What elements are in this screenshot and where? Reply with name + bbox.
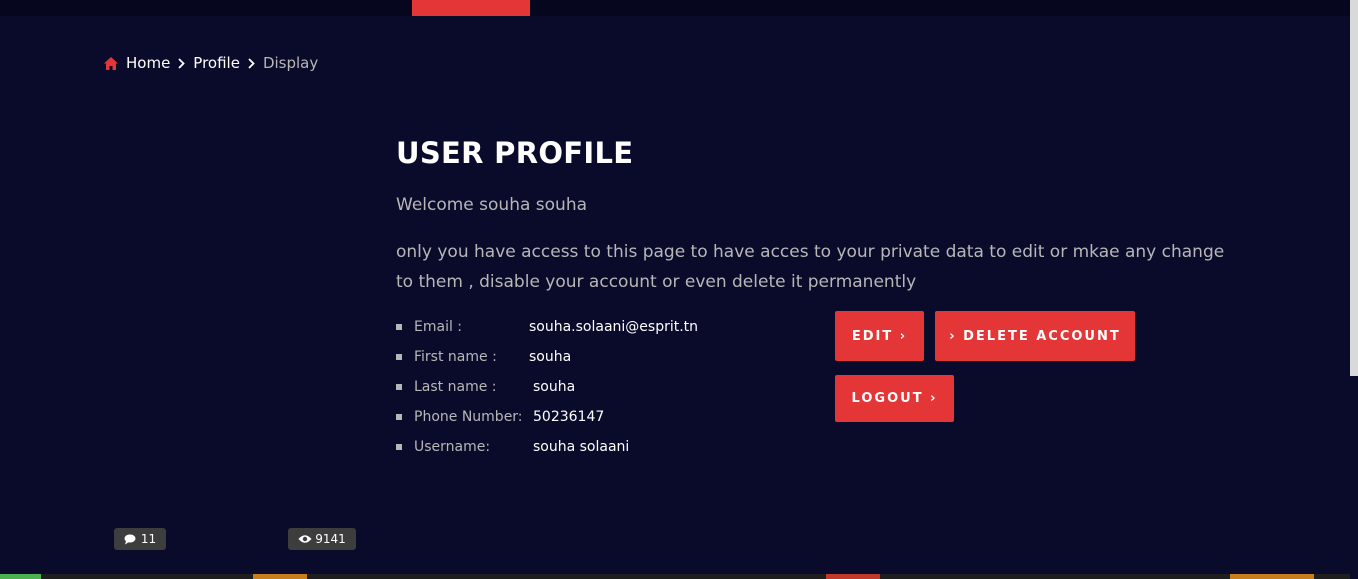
footer-strip-segment xyxy=(1230,574,1314,579)
edit-button[interactable]: EDIT › xyxy=(835,311,924,361)
top-header-bar xyxy=(0,0,1350,16)
page-description: only you have access to this page to hav… xyxy=(396,242,1225,292)
bullet xyxy=(396,444,402,450)
bullet xyxy=(396,324,402,330)
chevron-right-icon xyxy=(178,57,186,69)
username-label: Username: xyxy=(414,439,491,455)
bullet xyxy=(396,354,402,360)
phone-value: 50236147 xyxy=(533,409,605,425)
eye-icon xyxy=(298,534,312,544)
bullet xyxy=(396,384,402,390)
last-name-label: Last name : xyxy=(414,379,497,395)
first-name-label: First name : xyxy=(414,349,497,365)
breadcrumb: Home Profile Display xyxy=(104,54,318,72)
logout-button[interactable]: LOGOUT › xyxy=(835,375,954,422)
comments-count: 11 xyxy=(140,532,157,546)
home-icon xyxy=(104,56,118,70)
footer-strip-segment xyxy=(0,574,41,579)
delete-account-button[interactable]: › DELETE ACCOUNT xyxy=(935,311,1135,361)
active-nav-indicator xyxy=(412,0,530,16)
footer-strip-segment xyxy=(253,574,307,579)
comments-badge: 11 xyxy=(114,528,166,550)
page-title: USER PROFILE xyxy=(396,136,634,170)
welcome-message: Welcome souha souha xyxy=(396,195,588,215)
breadcrumb-profile-link[interactable]: Profile xyxy=(193,54,240,72)
breadcrumb-home-link[interactable]: Home xyxy=(126,54,170,72)
bullet xyxy=(396,414,402,420)
footer-strip xyxy=(0,574,1358,579)
username-value: souha solaani xyxy=(533,439,630,455)
scrollbar-thumb[interactable] xyxy=(1350,0,1358,376)
last-name-value: souha xyxy=(533,379,576,395)
breadcrumb-current: Display xyxy=(262,54,319,72)
profile-page: Home Profile Display USER PROFILE Welcom… xyxy=(0,0,1358,579)
first-name-value: souha xyxy=(529,349,572,365)
email-label: Email : xyxy=(414,319,463,335)
views-count: 9141 xyxy=(315,532,346,546)
email-value: souha.solaani@esprit.tn xyxy=(529,319,699,335)
comments-icon xyxy=(124,534,138,545)
chevron-right-icon xyxy=(248,57,255,69)
phone-label: Phone Number: xyxy=(414,409,523,425)
scrollbar-track[interactable] xyxy=(1350,0,1358,579)
views-badge: 9141 xyxy=(288,528,356,550)
footer-strip-segment xyxy=(826,574,880,579)
